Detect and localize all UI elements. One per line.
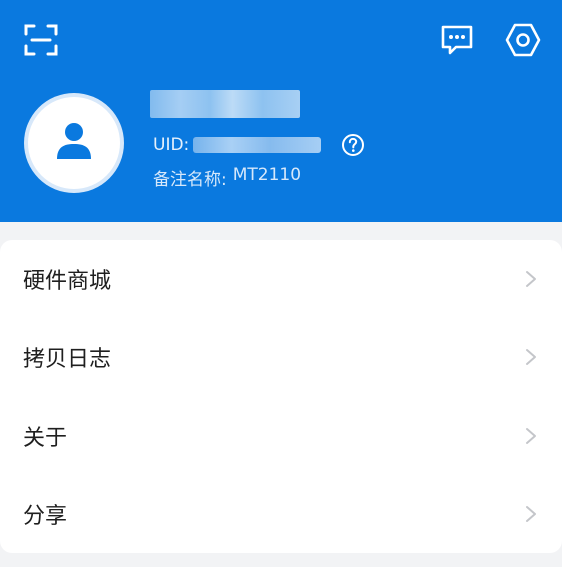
message-icon[interactable] <box>440 24 474 56</box>
chevron-right-icon <box>526 349 536 365</box>
menu-item-label: 关于 <box>23 426 68 451</box>
help-icon[interactable] <box>341 133 365 157</box>
scan-icon[interactable] <box>24 24 58 56</box>
menu-item-share[interactable]: 分享 <box>0 475 562 553</box>
menu-item-label: 硬件商城 <box>23 269 112 294</box>
remark-row: 备注名称: MT2110 <box>153 165 301 190</box>
chevron-right-icon <box>526 506 536 522</box>
user-icon <box>57 123 91 159</box>
menu-item-hardware-store[interactable]: 硬件商城 <box>0 240 562 318</box>
menu-item-about[interactable]: 关于 <box>0 397 562 475</box>
remark-value: MT2110 <box>232 165 302 185</box>
menu-item-label: 分享 <box>23 504 68 529</box>
remark-label: 备注名称: <box>153 170 227 190</box>
chevron-right-icon <box>526 428 536 444</box>
uid-row: UID: <box>153 133 322 157</box>
profile-header: UID: 备注名称: MT2110 <box>0 0 562 222</box>
settings-icon[interactable] <box>505 22 541 58</box>
menu-item-label: 拷贝日志 <box>23 347 112 372</box>
uid-label: UID: <box>153 135 190 155</box>
avatar[interactable] <box>28 97 120 189</box>
menu-item-copy-log[interactable]: 拷贝日志 <box>0 318 562 396</box>
menu-card: 硬件商城 拷贝日志 关于 分享 <box>0 240 562 553</box>
user-name-redacted <box>150 90 300 118</box>
uid-value-redacted <box>193 137 322 153</box>
chevron-right-icon <box>526 271 536 287</box>
